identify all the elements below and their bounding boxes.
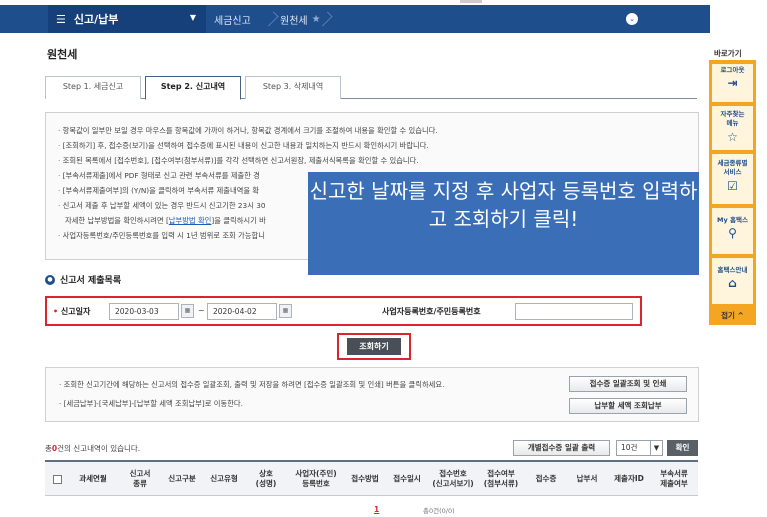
required-mark: • (53, 307, 61, 316)
select-all-checkbox[interactable] (53, 475, 62, 484)
logout-icon: ⇥ (727, 76, 738, 90)
caret-down-icon: ▼ (189, 13, 196, 22)
col-header: 접수여부 (첨부서류) (483, 469, 519, 488)
date-to-input[interactable]: 2020-04-02 (207, 303, 277, 320)
collapse-button[interactable]: 접기 ^ (709, 307, 756, 325)
col-header: 제출자ID (614, 474, 644, 483)
person-icon: ⚲ (728, 226, 737, 240)
reg-number-label: 사업자등록번호/주민등록번호 (382, 307, 481, 316)
count-suffix: 건의 신고내역이 있습니다. (57, 444, 141, 453)
chevron-down-icon[interactable]: ⌄ (626, 13, 638, 25)
col-header: 과세연월 (79, 474, 107, 483)
date-from-input[interactable]: 2020-03-03 (109, 303, 179, 320)
col-header: 접수증 (535, 474, 557, 483)
date-label: • 신고일자 (53, 306, 90, 317)
chevron-right-icon (263, 11, 279, 27)
home-icon: ⌂ (728, 276, 737, 290)
reg-number-input[interactable] (515, 303, 633, 320)
divider (460, 0, 482, 3)
page-title: 원천세 (47, 48, 78, 61)
star-icon: ☆ (727, 130, 738, 144)
nav-bar: ☰ 신고/납부 ▼ 세금신고 원천세 ★ ⌄ (0, 5, 710, 33)
search-form: • 신고일자 2020-03-03 ▦ ~ 2020-04-02 ▦ 사업자등록… (45, 296, 642, 326)
quick-label: 로그아웃 (720, 66, 745, 74)
col-header: 상호 (성명) (255, 469, 277, 488)
col-header: 사업자(주민) 등록번호 (295, 469, 337, 488)
col-header: 납부서 (576, 474, 598, 483)
quick-favorites[interactable]: 자주찾는 메뉴 ☆ (712, 106, 753, 150)
confirm-button[interactable]: 확인 (667, 440, 698, 456)
info-line: 조회된 목록에서 [접수번호], [접수여부(첨부서류)]를 각각 선택하면 신… (58, 153, 690, 168)
tab-step1[interactable]: Step 1. 세금신고 (45, 76, 141, 99)
info2-line: · 조회한 신고기간에 해당하는 신고서의 접수증 일괄조회, 출력 및 저장을… (59, 380, 445, 389)
page-info: 총0건(0/0) (423, 507, 455, 515)
page-size-select[interactable]: 10건 ▼ (616, 440, 663, 456)
calendar-icon[interactable]: ▦ (279, 304, 292, 318)
col-header: 부속서류 제출여부 (660, 469, 688, 488)
info-text: 자세한 납부방법을 확인하시려면 [ (65, 216, 169, 225)
bullet-icon: ● (45, 274, 55, 285)
breadcrumb-withholding[interactable]: 원천세 ★ (280, 5, 321, 33)
info-box-2: · 조회한 신고기간에 해당하는 신고서의 접수증 일괄조회, 출력 및 저장을… (45, 367, 699, 422)
section-title: ● 신고서 제출목록 (45, 273, 121, 286)
date-label-text: 신고일자 (60, 307, 91, 316)
tax-payment-button[interactable]: 납부할 세액 조회납부 (569, 398, 687, 414)
quick-label: 세금종류별 서비스 (717, 159, 748, 176)
col-header: 신고서 종류 (129, 469, 151, 488)
search-button[interactable]: 조회하기 (347, 338, 401, 355)
breadcrumb-label: 원천세 (280, 15, 308, 27)
chevron-down-icon: ▼ (650, 441, 662, 455)
quick-guide[interactable]: 홈택스안내 ⌂ (712, 258, 753, 304)
tab-step3[interactable]: Step 3. 삭제내역 (245, 76, 341, 99)
range-separator: ~ (198, 306, 205, 315)
search-button-highlight: 조회하기 (337, 333, 411, 360)
quick-logout[interactable]: 로그아웃 ⇥ (712, 64, 753, 102)
info2-line: · [세금납부]-[국세납부]-[납부할 세액 조회납부]로 이동한다. (59, 399, 243, 408)
breadcrumb-tax-report[interactable]: 세금신고 (214, 5, 251, 33)
checkbox-icon: ☑ (727, 179, 738, 193)
bulk-receipt-button[interactable]: 접수증 일괄조회 및 인쇄 (569, 376, 687, 392)
quick-title: 바로가기 (714, 49, 742, 58)
page-size-value: 10건 (621, 443, 638, 452)
quick-my-hometax[interactable]: My 홈택스 ⚲ (712, 208, 753, 254)
col-header: 접수일시 (393, 474, 421, 483)
info-text: ]을 클릭하시기 바 (211, 216, 266, 225)
calendar-icon[interactable]: ▦ (181, 304, 194, 318)
result-count: 총0건의 신고내역이 있습니다. (45, 443, 140, 454)
top-nav: ☰ 신고/납부 ▼ 세금신고 원천세 ★ ⌄ (0, 0, 767, 38)
bulk-print-button[interactable]: 개별접수증 일괄 출력 (513, 440, 610, 456)
col-header: 접수방법 (351, 474, 379, 483)
info-line: [조회하기] 후, 접수증(보기)을 선택하여 접수증에 표시된 내용이 신고한… (58, 138, 690, 153)
quick-panel: 로그아웃 ⇥ 자주찾는 메뉴 ☆ 세금종류별 서비스 ☑ My 홈택스 ⚲ 홈택… (709, 60, 756, 325)
hamburger-icon: ☰ (56, 12, 66, 26)
section-title-label: 신고서 제출목록 (60, 276, 122, 286)
col-header: 신고유형 (210, 474, 238, 483)
quick-tax-service[interactable]: 세금종류별 서비스 ☑ (712, 154, 753, 204)
tab-step2[interactable]: Step 2. 신고내역 (145, 76, 241, 100)
tab-bar: Step 1. 세금신고 Step 2. 신고내역 Step 3. 삭제내역 (45, 76, 697, 100)
count-prefix: 총 (45, 444, 52, 453)
col-header: 신고구분 (168, 474, 196, 483)
col-header: 접수번호 (신고서보기) (432, 469, 474, 488)
quick-label: 자주찾는 메뉴 (720, 110, 745, 127)
page-number[interactable]: 1 (374, 505, 379, 514)
table-header: 과세연월 신고서 종류 신고구분 신고유형 상호 (성명) 사업자(주민) 등록… (45, 460, 698, 496)
quick-label: My 홈택스 (717, 216, 748, 224)
payment-method-link[interactable]: 납부방법 확인 (169, 216, 212, 225)
instruction-overlay: 신고한 날짜를 지정 후 사업자 등록번호 입력하고 조회하기 클릭! (308, 172, 699, 275)
menu-label: 신고/납부 (73, 13, 119, 26)
quick-label: 홈택스안내 (717, 266, 748, 274)
info-line: 항목값이 일부만 보일 경우 마우스를 항목값에 가까이 하거나, 항목값 경계… (58, 123, 690, 138)
menu-dropdown[interactable]: ☰ 신고/납부 ▼ (48, 5, 206, 33)
